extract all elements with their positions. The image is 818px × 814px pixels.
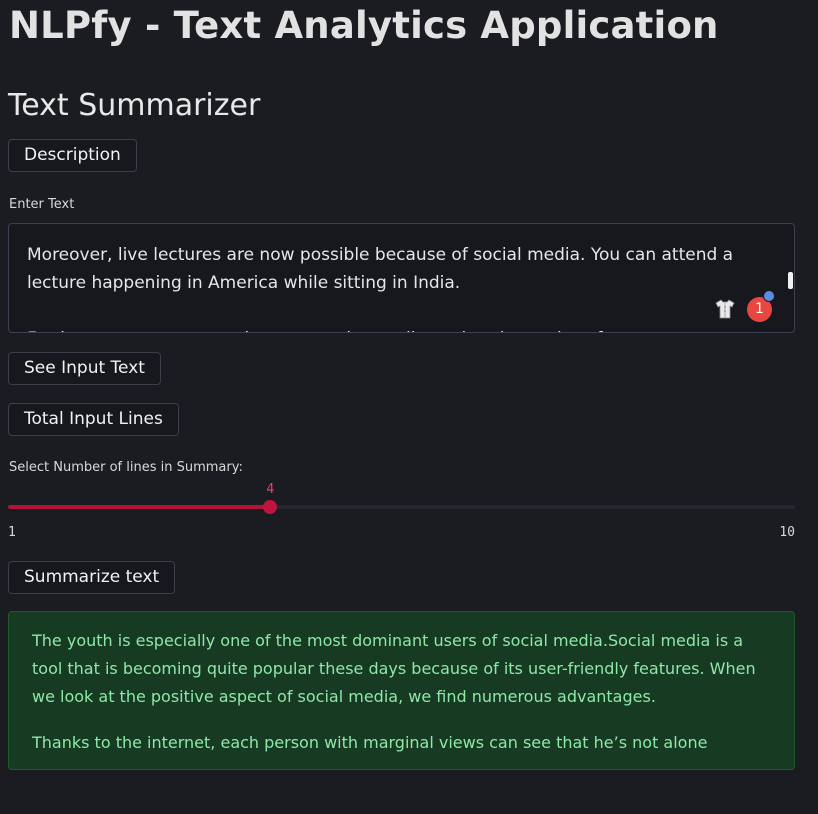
summary-paragraph: The youth is especially one of the most …	[32, 631, 756, 706]
summarize-text-button[interactable]: Summarize text	[8, 561, 176, 594]
slider-min-label: 1	[8, 525, 16, 540]
text-input-value[interactable]: Moreover, live lectures are now possible…	[27, 241, 767, 332]
app-title: NLPfy - Text Analytics Application	[9, 4, 719, 47]
summary-result-box: The youth is especially one of the most …	[8, 611, 795, 770]
status-dot-icon	[763, 290, 775, 302]
section-title: Text Summarizer	[8, 88, 261, 123]
textarea-scrollbar[interactable]	[788, 272, 793, 289]
total-input-lines-button[interactable]: Total Input Lines	[8, 403, 179, 436]
see-input-text-button[interactable]: See Input Text	[8, 352, 161, 385]
slider-fill	[8, 505, 271, 509]
summary-paragraph: Thanks to the internet, each person with…	[32, 733, 708, 752]
shirt-icon[interactable]	[714, 298, 736, 320]
text-input-area[interactable]: Moreover, live lectures are now possible…	[8, 223, 795, 333]
slider-max-label: 10	[779, 525, 795, 540]
enter-text-label: Enter Text	[9, 197, 75, 212]
slider-label: Select Number of lines in Summary:	[9, 460, 243, 475]
slider-value: 4	[266, 482, 275, 497]
summary-lines-slider[interactable]: 4 1 10	[8, 480, 795, 540]
slider-thumb[interactable]	[263, 500, 278, 514]
description-button[interactable]: Description	[8, 139, 137, 172]
